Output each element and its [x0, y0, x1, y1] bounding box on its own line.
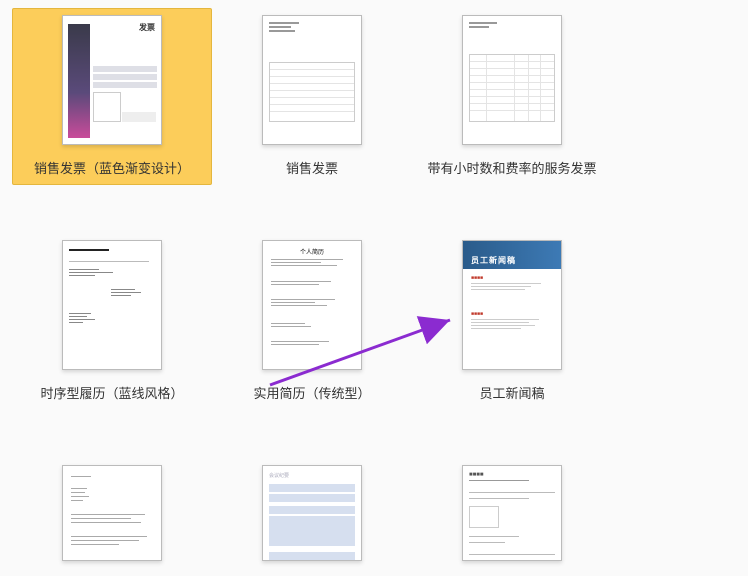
thumb-title: 员工新闻稿	[471, 255, 516, 266]
template-label: 带有小时数和费率的服务发票	[427, 161, 596, 178]
template-service-invoice-hours-rates[interactable]: 带有小时数和费率的服务发票	[412, 8, 612, 185]
thumb-title: 发票	[139, 22, 155, 33]
template-thumbnail: 员工新闻稿 ■■■■ ■■■■	[462, 240, 562, 370]
template-grid: 发票 销售发票（蓝色渐变设计） 销售发票 带有小时数和费率的服务发票	[0, 0, 748, 576]
template-thumbnail	[62, 465, 162, 561]
template-meeting-minutes[interactable]: 会议纪要	[212, 458, 412, 568]
template-label: 销售发票	[286, 161, 338, 178]
template-label: 销售发票（蓝色渐变设计）	[34, 161, 190, 178]
template-label: 员工新闻稿	[479, 386, 544, 403]
template-chronological-resume-blueline[interactable]: 时序型履历（蓝线风格）	[12, 233, 212, 410]
template-sales-invoice[interactable]: 销售发票	[212, 8, 412, 185]
template-memo[interactable]	[12, 458, 212, 568]
template-thumbnail: 个人简历	[262, 240, 362, 370]
template-thumbnail	[462, 15, 562, 145]
template-practical-resume-traditional[interactable]: 个人简历 实用简历（传统型）	[212, 233, 412, 410]
template-thumbnail: 发票	[62, 15, 162, 145]
template-sales-invoice-blue-gradient[interactable]: 发票 销售发票（蓝色渐变设计）	[12, 8, 212, 185]
template-label: 实用简历（传统型）	[253, 386, 370, 403]
thumb-title: 个人简历	[263, 247, 361, 256]
template-thumbnail	[262, 15, 362, 145]
template-thumbnail	[62, 240, 162, 370]
template-label: 时序型履历（蓝线风格）	[40, 386, 183, 403]
thumb-title: 会议纪要	[269, 472, 289, 479]
template-thumbnail: 会议纪要	[262, 465, 362, 561]
template-report[interactable]: ■■■■	[412, 458, 612, 568]
template-employee-newsletter[interactable]: 员工新闻稿 ■■■■ ■■■■ 员工新闻稿	[412, 233, 612, 410]
template-thumbnail: ■■■■	[462, 465, 562, 561]
